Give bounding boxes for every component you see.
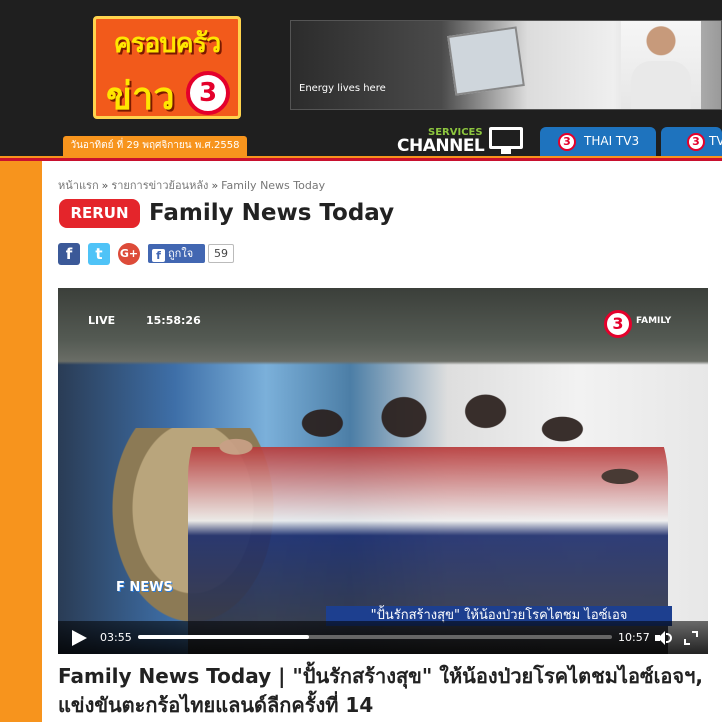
channel3-logo-icon: 3 xyxy=(186,71,230,115)
ad-phone-image xyxy=(447,26,525,96)
like-label: ถูกใจ xyxy=(168,247,194,260)
total-time: 10:57 xyxy=(618,631,650,644)
twitter-share-icon[interactable]: t xyxy=(88,243,110,265)
rerun-badge: RERUN xyxy=(59,199,140,228)
video-controls: 03:55 10:57 xyxy=(58,621,708,654)
ad-person-image xyxy=(621,21,701,109)
ad-tagline: Energy lives here xyxy=(299,83,386,94)
live-clock: 15:58:26 xyxy=(146,314,201,327)
video-player[interactable]: LIVE 15:58:26 3 FAMILY F NEWS "ปั้นรักสร… xyxy=(58,288,708,654)
progress-bar[interactable] xyxy=(138,635,612,639)
date-badge: วันอาทิตย์ ที่ 29 พฤศจิกายน พ.ศ.2558 xyxy=(63,136,247,156)
channel3-watermark-icon: 3 xyxy=(604,310,632,338)
header-divider xyxy=(0,156,722,161)
side-bar xyxy=(0,161,42,722)
breadcrumb-current: Family News Today xyxy=(221,179,326,192)
family-watermark: FAMILY xyxy=(636,316,672,326)
facebook-like-button[interactable]: f ถูกใจ xyxy=(148,244,205,263)
fullscreen-icon[interactable] xyxy=(684,631,698,645)
site-header: ครอบครัว ข่าว 3 วันอาทิตย์ ที่ 29 พฤศจิก… xyxy=(0,0,722,157)
progress-fill xyxy=(138,635,309,639)
breadcrumb-separator: » xyxy=(101,179,109,192)
channel3-icon: 3 xyxy=(558,133,576,151)
live-label: LIVE xyxy=(88,314,116,327)
facebook-icon: f xyxy=(152,249,165,262)
tv-icon[interactable] xyxy=(489,127,523,155)
tab-label: TV xyxy=(709,134,722,148)
tab-thai-tv3[interactable]: 3 THAI TV3 xyxy=(540,127,656,156)
breadcrumb-archive[interactable]: รายการข่าวย้อนหลัง xyxy=(111,179,208,192)
article-title: Family News Today | "ปั้นรักสร้างสุข" ให… xyxy=(58,664,703,717)
logo-text-bottom: ข่าว xyxy=(106,74,175,118)
current-time: 03:55 xyxy=(100,631,132,644)
site-logo[interactable]: ครอบครัว ข่าว 3 xyxy=(93,16,241,119)
volume-icon[interactable] xyxy=(655,631,673,645)
facebook-share-icon[interactable]: f xyxy=(58,243,80,265)
tab-label: THAI TV3 xyxy=(584,134,640,148)
breadcrumb-home[interactable]: หน้าแรก xyxy=(58,179,99,192)
family-news-logo: F NEWS xyxy=(116,580,173,595)
play-icon[interactable] xyxy=(72,630,87,646)
channel3-icon: 3 xyxy=(687,133,705,151)
channel-label[interactable]: CHANNEL xyxy=(397,136,485,156)
like-count: 59 xyxy=(208,244,234,263)
google-plus-share-icon[interactable]: G+ xyxy=(118,243,140,265)
ad-banner[interactable]: Energy lives here xyxy=(290,20,722,110)
tab-tv[interactable]: 3 TV xyxy=(661,127,722,156)
logo-text-top: ครอบครัว xyxy=(113,28,222,59)
page-title: Family News Today xyxy=(149,200,395,226)
breadcrumb-separator: » xyxy=(211,179,219,192)
breadcrumb: หน้าแรก» รายการข่าวย้อนหลัง» Family News T… xyxy=(58,176,325,194)
